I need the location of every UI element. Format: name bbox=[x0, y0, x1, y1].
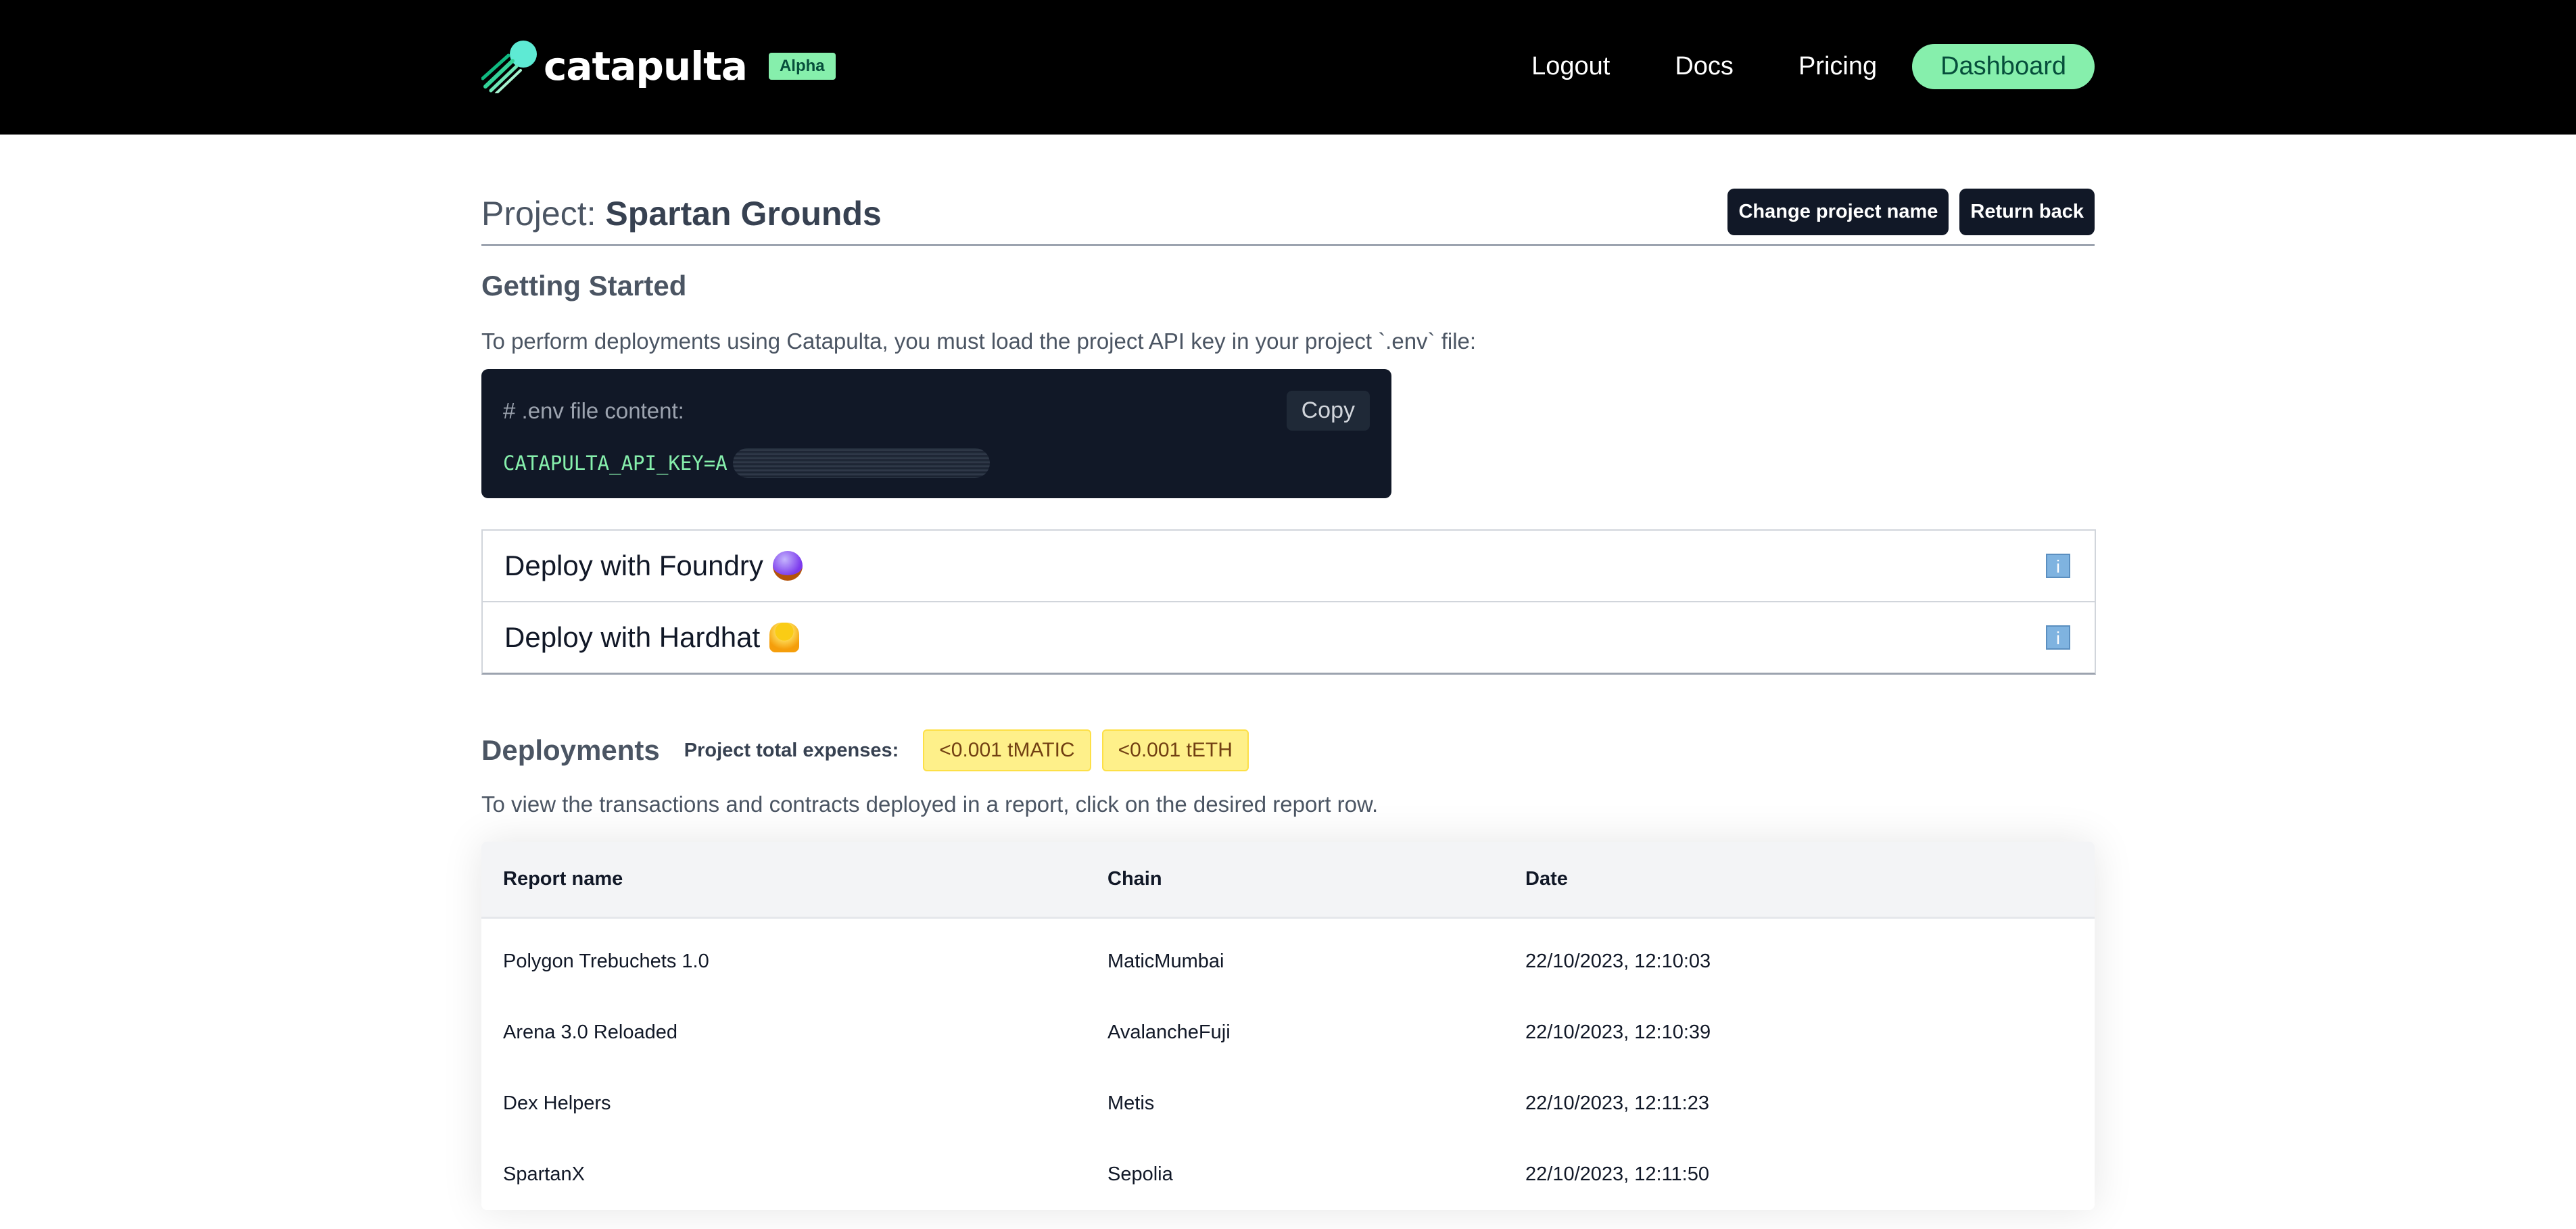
table-row[interactable]: SpartanX Sepolia 22/10/2023, 12:11:50 bbox=[481, 1139, 2095, 1210]
accordion-item-hardhat[interactable]: Deploy with Hardhat i bbox=[483, 601, 2095, 673]
change-project-name-button[interactable]: Change project name bbox=[1727, 189, 1949, 235]
construction-worker-icon bbox=[769, 623, 800, 652]
redacted-api-key bbox=[732, 448, 990, 478]
project-label: Project: bbox=[481, 195, 596, 233]
chain-cell: Metis bbox=[1107, 1092, 1155, 1114]
return-back-button[interactable]: Return back bbox=[1959, 189, 2095, 235]
report-name-cell: Dex Helpers bbox=[503, 1092, 611, 1114]
main-nav: Logout Docs Pricing Dashboard bbox=[1531, 44, 2095, 89]
brand-name: catapulta bbox=[544, 43, 748, 89]
table-row[interactable]: Polygon Trebuchets 1.0 MaticMumbai 22/10… bbox=[481, 917, 2095, 997]
date-cell: 22/10/2023, 12:11:23 bbox=[1525, 1092, 1709, 1114]
main-content: Project: Spartan Grounds Change project … bbox=[481, 135, 2096, 1210]
pricing-link[interactable]: Pricing bbox=[1798, 52, 1877, 81]
column-header-chain: Chain bbox=[1107, 842, 1525, 919]
project-actions: Change project name Return back bbox=[1717, 189, 2095, 235]
dashboard-button[interactable]: Dashboard bbox=[1912, 44, 2095, 89]
alpha-badge: Alpha bbox=[768, 53, 836, 80]
crystal-ball-icon bbox=[772, 551, 803, 581]
deployments-header: Deployments Project total expenses: <0.0… bbox=[481, 729, 1249, 771]
deployments-heading: Deployments bbox=[481, 734, 660, 766]
logout-link[interactable]: Logout bbox=[1531, 52, 1610, 81]
expense-badge-matic: <0.001 tMATIC bbox=[923, 729, 1091, 771]
top-navbar: catapulta Alpha Logout Docs Pricing Dash… bbox=[0, 0, 2576, 135]
chain-cell: Sepolia bbox=[1107, 1163, 1173, 1185]
date-cell: 22/10/2023, 12:11:50 bbox=[1525, 1163, 1709, 1185]
report-name-cell: SpartanX bbox=[503, 1163, 585, 1185]
code-comment: # .env file content: bbox=[503, 398, 684, 423]
date-cell: 22/10/2023, 12:10:39 bbox=[1525, 1021, 1711, 1043]
getting-started-heading: Getting Started bbox=[481, 270, 687, 302]
accordion-title: Deploy with Foundry bbox=[504, 550, 803, 582]
docs-link[interactable]: Docs bbox=[1675, 52, 1734, 81]
report-name-cell: Polygon Trebuchets 1.0 bbox=[503, 950, 709, 972]
accordion-label: Deploy with Hardhat bbox=[504, 621, 761, 653]
info-icon[interactable]: i bbox=[2046, 554, 2070, 578]
brand-logo[interactable]: catapulta Alpha bbox=[481, 39, 836, 95]
date-cell: 22/10/2023, 12:10:03 bbox=[1525, 950, 1711, 972]
deployments-table: Report name Chain Date Polygon Trebuchet… bbox=[481, 842, 2095, 1210]
table-header-row: Report name Chain Date bbox=[481, 842, 2095, 919]
expense-badge-eth: <0.001 tETH bbox=[1101, 729, 1249, 771]
api-key-text: CATAPULTA_API_KEY=A bbox=[503, 452, 728, 475]
column-header-date: Date bbox=[1525, 842, 2095, 919]
accordion-title: Deploy with Hardhat bbox=[504, 621, 800, 654]
copy-button[interactable]: Copy bbox=[1286, 391, 1370, 431]
project-header: Project: Spartan Grounds Change project … bbox=[481, 135, 2095, 246]
info-icon[interactable]: i bbox=[2046, 625, 2070, 650]
expenses-label: Project total expenses: bbox=[684, 739, 899, 761]
project-name: Spartan Grounds bbox=[605, 195, 882, 233]
api-key-line: CATAPULTA_API_KEY=A bbox=[503, 448, 990, 478]
deployments-description: To view the transactions and contracts d… bbox=[481, 792, 1379, 817]
catapulta-logo-icon bbox=[481, 39, 540, 95]
table-row[interactable]: Arena 3.0 Reloaded AvalancheFuji 22/10/2… bbox=[481, 997, 2095, 1068]
column-header-report-name: Report name bbox=[481, 842, 1107, 919]
accordion-item-foundry[interactable]: Deploy with Foundry i bbox=[483, 531, 2095, 601]
accordion-label: Deploy with Foundry bbox=[504, 550, 763, 581]
report-name-cell: Arena 3.0 Reloaded bbox=[503, 1021, 677, 1043]
table-row[interactable]: Dex Helpers Metis 22/10/2023, 12:11:23 bbox=[481, 1068, 2095, 1139]
page-title: Project: Spartan Grounds bbox=[481, 194, 882, 233]
chain-cell: MaticMumbai bbox=[1107, 950, 1224, 972]
chain-cell: AvalancheFuji bbox=[1107, 1021, 1231, 1043]
env-code-block: # .env file content: CATAPULTA_API_KEY=A… bbox=[481, 369, 1391, 498]
getting-started-description: To perform deployments using Catapulta, … bbox=[481, 329, 1477, 354]
deploy-accordion: Deploy with Foundry i Deploy with Hardha… bbox=[481, 529, 2096, 675]
